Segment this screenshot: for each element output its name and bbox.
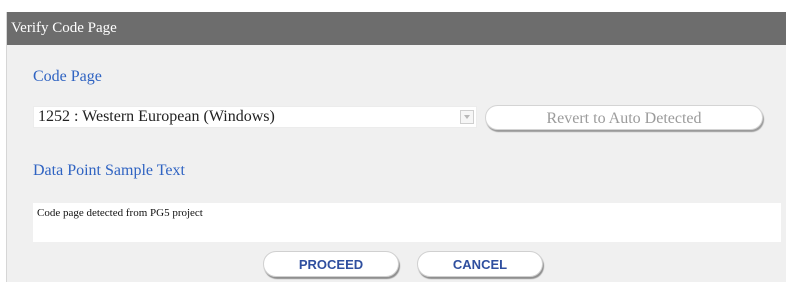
dialog-title: Verify Code Page [7, 12, 786, 45]
sample-text-box: Code page detected from PG5 project [33, 203, 781, 242]
chevron-down-icon[interactable] [460, 110, 474, 124]
proceed-button[interactable]: PROCEED [263, 251, 399, 277]
sample-text: Code page detected from PG5 project [37, 207, 203, 219]
cancel-button[interactable]: CANCEL [417, 251, 543, 277]
code-page-label: Code Page [33, 68, 102, 85]
data-point-sample-text-label: Data Point Sample Text [33, 162, 185, 179]
code-page-select[interactable]: 1252 : Western European (Windows) [33, 106, 477, 128]
code-page-selected-value: 1252 : Western European (Windows) [38, 108, 275, 125]
revert-to-auto-detected-button[interactable]: Revert to Auto Detected [485, 105, 763, 130]
verify-code-page-dialog: Verify Code Page Code Page 1252 : Wester… [6, 12, 786, 282]
